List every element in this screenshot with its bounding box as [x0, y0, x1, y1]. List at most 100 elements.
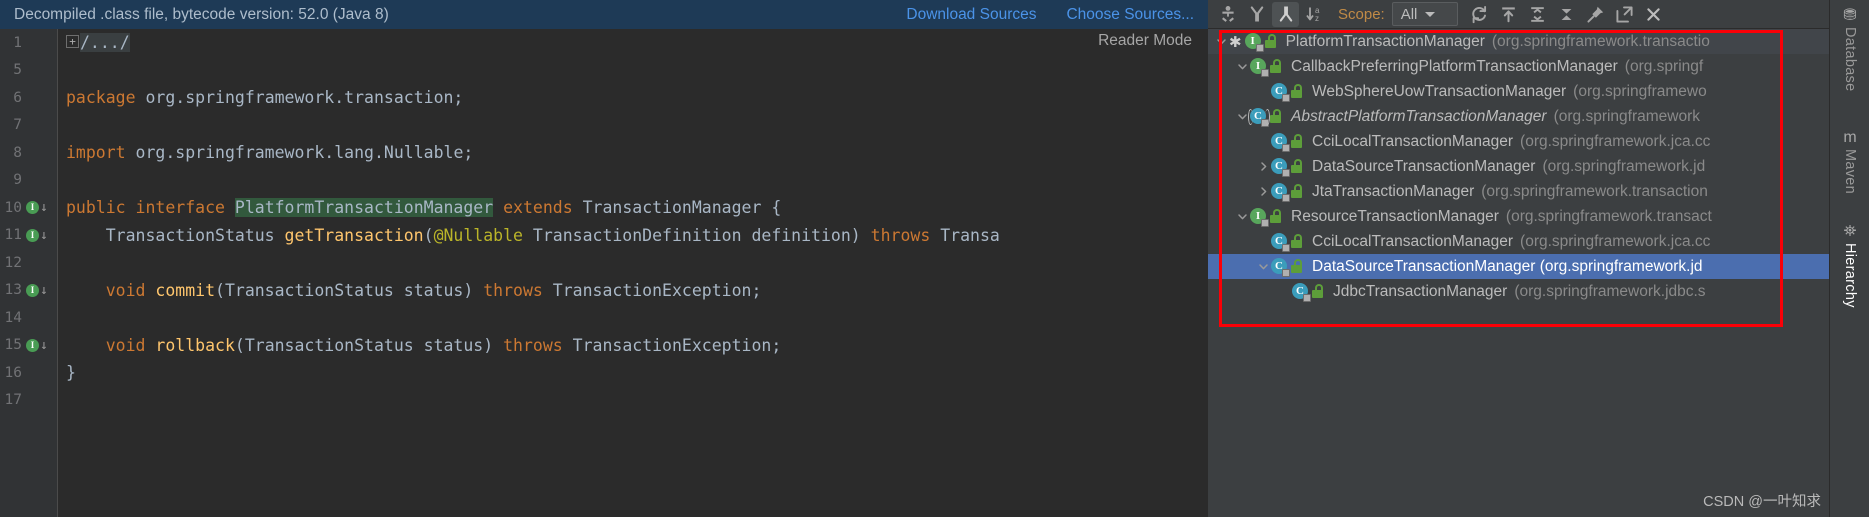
gutter-line[interactable]: 9	[0, 167, 58, 195]
public-visibility-icon	[1264, 34, 1279, 49]
chevron-down-icon[interactable]	[1256, 259, 1271, 274]
code-line[interactable]: import org.springframework.lang.Nullable…	[58, 139, 1208, 167]
collapse-icon[interactable]	[1553, 2, 1580, 27]
gutter-line[interactable]: 8	[0, 139, 58, 167]
editor-code-area[interactable]: +/.../ package org.springframework.transa…	[58, 29, 1208, 517]
gutter-line[interactable]: 11I↓	[0, 222, 58, 250]
chevron-down-icon[interactable]	[1235, 209, 1250, 224]
close-icon[interactable]	[1640, 2, 1667, 27]
line-number: 10	[0, 200, 22, 216]
code-line[interactable]	[58, 112, 1208, 140]
code-token: TransactionException;	[553, 281, 762, 300]
expand-all-icon[interactable]	[1495, 2, 1522, 27]
gutter-line[interactable]: 1	[0, 29, 58, 57]
tree-indent-spacer	[1256, 84, 1271, 99]
code-line[interactable]	[58, 57, 1208, 85]
implemented-by-icon[interactable]: I↓	[26, 227, 52, 243]
rail-tab-database[interactable]: ⛃Database	[1830, 8, 1869, 91]
fold-expand-icon[interactable]: +	[66, 35, 79, 48]
hierarchy-tree-row[interactable]: CDataSourceTransactionManager (org.sprin…	[1208, 254, 1869, 279]
code-line[interactable]: TransactionStatus getTransaction(@Nullab…	[58, 222, 1208, 250]
code-line[interactable]	[58, 387, 1208, 415]
code-line[interactable]: +/.../	[58, 29, 1208, 57]
collapse-all-icon[interactable]	[1524, 2, 1551, 27]
decompiled-notification-bar: Decompiled .class file, bytecode version…	[0, 0, 1208, 29]
class-name: ResourceTransactionManager	[1291, 208, 1499, 226]
gutter-line[interactable]: 14	[0, 304, 58, 332]
database-icon: ⛃	[1843, 8, 1856, 24]
class-name: PlatformTransactionManager	[1286, 33, 1485, 51]
chevron-down-icon[interactable]	[1214, 34, 1229, 49]
chevron-right-icon[interactable]	[1256, 184, 1271, 199]
hierarchy-tree-row[interactable]: CAbstractPlatformTransactionManager(org.…	[1208, 104, 1869, 129]
package-name: (org.springf	[1625, 58, 1703, 76]
gutter-line[interactable]: 5	[0, 57, 58, 85]
code-token: throws	[503, 336, 573, 355]
download-sources-link[interactable]: Download Sources	[906, 6, 1036, 24]
gutter-line[interactable]: 13I↓	[0, 277, 58, 305]
rail-tab-maven[interactable]: mMaven	[1830, 130, 1869, 194]
public-visibility-icon	[1269, 209, 1284, 224]
gutter-line[interactable]: 6	[0, 84, 58, 112]
gutter-line[interactable]: 16	[0, 359, 58, 387]
code-line[interactable]: void commit(TransactionStatus status) th…	[58, 277, 1208, 305]
gutter-line[interactable]: 7	[0, 112, 58, 140]
supertypes-hierarchy-icon[interactable]	[1243, 2, 1270, 27]
code-line[interactable]	[58, 304, 1208, 332]
gutter-line[interactable]: 10I↓	[0, 194, 58, 222]
gutter-line[interactable]: 17	[0, 387, 58, 415]
rail-tab-hierarchy[interactable]: ⛯Hierarchy	[1830, 224, 1869, 308]
class-name: AbstractPlatformTransactionManager	[1291, 108, 1547, 126]
public-visibility-icon	[1290, 259, 1305, 274]
editor-gutter[interactable]: 15678910I↓11I↓1213I↓1415I↓1617	[0, 29, 58, 517]
package-name: (org.springframework.jdbc.s	[1514, 283, 1705, 301]
class-icon: C	[1271, 158, 1288, 175]
code-token: @Nullable	[434, 226, 523, 245]
package-name: (org.springframework.transact	[1506, 208, 1712, 226]
chevron-down-icon[interactable]	[1235, 59, 1250, 74]
hierarchy-tree-row[interactable]: CJtaTransactionManager(org.springframewo…	[1208, 179, 1869, 204]
hierarchy-tree[interactable]: ✱IPlatformTransactionManager(org.springf…	[1208, 29, 1869, 517]
gutter-line[interactable]: 15I↓	[0, 332, 58, 360]
code-line[interactable]: package org.springframework.transaction;	[58, 84, 1208, 112]
hierarchy-tree-row[interactable]: CCciLocalTransactionManager(org.springfr…	[1208, 229, 1869, 254]
code-line[interactable]	[58, 167, 1208, 195]
code-line[interactable]: }	[58, 359, 1208, 387]
hierarchy-tree-row[interactable]: CJdbcTransactionManager(org.springframew…	[1208, 279, 1869, 304]
choose-sources-link[interactable]: Choose Sources...	[1066, 6, 1194, 24]
sort-alphabetically-icon[interactable]: a z	[1301, 2, 1328, 27]
type-hierarchy-icon[interactable]	[1214, 2, 1241, 27]
hierarchy-tree-row[interactable]: ✱IPlatformTransactionManager(org.springf…	[1208, 29, 1869, 54]
code-line[interactable]: void rollback(TransactionStatus status) …	[58, 332, 1208, 360]
class-name: JdbcTransactionManager	[1333, 283, 1507, 301]
code-line[interactable]	[58, 249, 1208, 277]
hierarchy-tree-row[interactable]: IResourceTransactionManager(org.springfr…	[1208, 204, 1869, 229]
reader-mode-label[interactable]: Reader Mode	[1098, 32, 1192, 50]
hierarchy-tree-row[interactable]: ICallbackPreferringPlatformTransactionMa…	[1208, 54, 1869, 79]
package-name: (org.springframework.jd	[1542, 158, 1705, 176]
implemented-by-icon[interactable]: I↓	[26, 200, 52, 216]
hierarchy-tree-row[interactable]: CWebSphereUowTransactionManager(org.spri…	[1208, 79, 1869, 104]
scope-combobox[interactable]: All	[1392, 2, 1458, 26]
gutter-line[interactable]: 12	[0, 249, 58, 277]
implemented-by-icon[interactable]: I↓	[26, 337, 52, 353]
code-token: throws	[483, 281, 553, 300]
hierarchy-tree-row[interactable]: CDataSourceTransactionManager(org.spring…	[1208, 154, 1869, 179]
open-in-new-window-icon[interactable]	[1611, 2, 1638, 27]
chevron-down-icon	[1425, 12, 1435, 17]
tree-indent-spacer	[1277, 284, 1292, 299]
code-line[interactable]: public interface PlatformTransactionMana…	[58, 194, 1208, 222]
pin-tab-icon[interactable]	[1582, 2, 1609, 27]
refresh-icon[interactable]	[1466, 2, 1493, 27]
class-icon: C	[1271, 258, 1288, 275]
tree-indent-spacer	[1256, 134, 1271, 149]
code-token: TransactionException;	[573, 336, 782, 355]
hierarchy-tree-row[interactable]: CCciLocalTransactionManager(org.springfr…	[1208, 129, 1869, 154]
abstract-class-icon: C	[1250, 108, 1267, 125]
line-number: 9	[0, 172, 22, 188]
implemented-by-icon[interactable]: I↓	[26, 282, 52, 298]
class-icon: C	[1271, 83, 1288, 100]
code-token: }	[66, 363, 76, 382]
chevron-right-icon[interactable]	[1256, 159, 1271, 174]
subtypes-hierarchy-icon[interactable]	[1272, 2, 1299, 27]
